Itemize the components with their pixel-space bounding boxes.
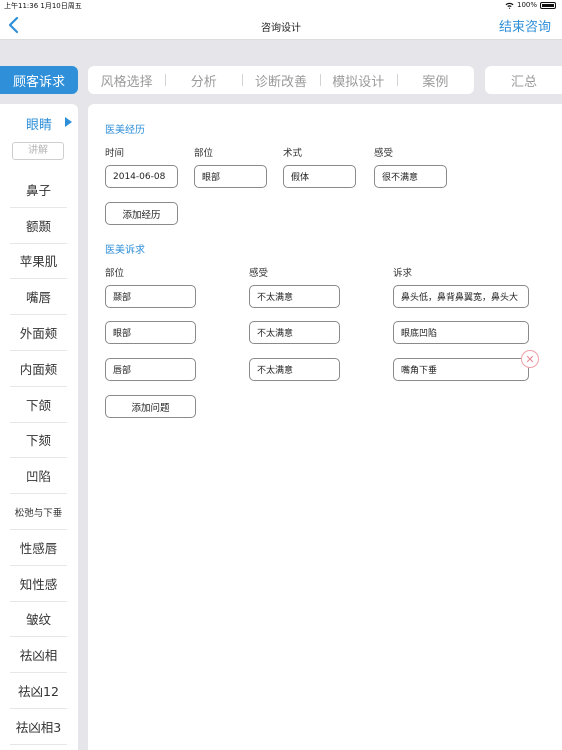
- battery-icon: [540, 1, 556, 9]
- sidebar-item-apple-cheeks[interactable]: 苹果肌: [10, 244, 67, 280]
- demand-text-field[interactable]: 眼底凹陷: [393, 321, 529, 344]
- sidebar-item-temples[interactable]: 额颞: [10, 208, 67, 244]
- demand-part-field[interactable]: 颞部: [105, 285, 196, 308]
- sidebar: 眼睛 讲解 鼻子 额颞 苹果肌 嘴唇 外面颊 内面颊 下颌 下颏 凹陷 松弛与下…: [0, 104, 78, 750]
- demand-feeling-field[interactable]: 不太满意: [249, 358, 340, 381]
- tab-diagnosis[interactable]: 诊断改善: [242, 71, 319, 90]
- demand-feeling-field[interactable]: 不太满意: [249, 321, 340, 344]
- sidebar-item-soften-look-12[interactable]: 祛凶12: [10, 673, 67, 709]
- demands-feeling-label: 感受: [249, 268, 269, 279]
- main-panel: [88, 104, 562, 750]
- sidebar-item-eyes[interactable]: 眼睛: [26, 114, 52, 133]
- explain-button[interactable]: 讲解: [12, 142, 64, 160]
- add-question-button[interactable]: 添加问题: [105, 395, 196, 418]
- demands-section-title: 医美诉求: [105, 245, 145, 256]
- tab-simulation[interactable]: 模拟设计: [319, 71, 397, 90]
- demand-text-field[interactable]: 嘴角下垂: [393, 358, 529, 381]
- tab-summary[interactable]: 汇总: [485, 66, 562, 94]
- sidebar-list: 鼻子 额颞 苹果肌 嘴唇 外面颊 内面颊 下颌 下颏 凹陷 松弛与下垂 性感唇 …: [10, 172, 67, 745]
- history-part-field[interactable]: 眼部: [194, 165, 267, 188]
- page-title: 咨询设计: [261, 23, 301, 34]
- selected-arrow-icon: [65, 117, 72, 127]
- tab-customer-demand[interactable]: 顾客诉求: [0, 66, 78, 94]
- history-part-label: 部位: [194, 148, 214, 159]
- status-time-date: 上午11:36 1月10日周五: [4, 2, 82, 10]
- history-feeling-label: 感受: [374, 148, 394, 159]
- history-feeling-field[interactable]: 很不满意: [374, 165, 447, 188]
- tab-cases[interactable]: 案例: [396, 71, 474, 90]
- add-history-button[interactable]: 添加经历: [105, 202, 178, 225]
- sidebar-item-outer-cheeks[interactable]: 外面颊: [10, 315, 67, 351]
- sidebar-item-nose[interactable]: 鼻子: [10, 172, 67, 208]
- history-method-label: 术式: [283, 148, 303, 159]
- history-time-label: 时间: [105, 148, 125, 159]
- sidebar-item-chin[interactable]: 下颏: [10, 423, 67, 459]
- tab-group: 风格选择 分析 诊断改善 模拟设计 案例: [88, 66, 474, 94]
- sidebar-item-wrinkles[interactable]: 皱纹: [10, 602, 67, 638]
- sidebar-item-intellectual[interactable]: 知性感: [10, 566, 67, 602]
- sidebar-item-soften-look[interactable]: 祛凶相: [10, 637, 67, 674]
- sidebar-item-jaw[interactable]: 下颌: [10, 387, 67, 423]
- sidebar-item-lips[interactable]: 嘴唇: [10, 279, 67, 316]
- demand-text-field[interactable]: 鼻头低，鼻背鼻翼宽，鼻头大: [393, 285, 529, 308]
- demand-part-field[interactable]: 眼部: [105, 321, 196, 344]
- demand-part-field[interactable]: 唇部: [105, 358, 196, 381]
- end-consultation-button[interactable]: 结束咨询: [499, 16, 551, 35]
- navigation-bar: 咨询设计 结束咨询: [0, 12, 562, 40]
- remove-row-icon[interactable]: ✕: [521, 350, 539, 368]
- tab-style-choice[interactable]: 风格选择: [88, 71, 165, 90]
- tab-analysis[interactable]: 分析: [165, 71, 242, 90]
- sidebar-item-hollows[interactable]: 凹陷: [10, 458, 67, 495]
- sidebar-item-inner-cheeks[interactable]: 内面颊: [10, 351, 67, 387]
- wifi-icon: [505, 2, 514, 9]
- history-time-field[interactable]: 2014-06-08: [105, 165, 178, 188]
- demand-feeling-field[interactable]: 不太满意: [249, 285, 340, 308]
- demands-demand-label: 诉求: [393, 268, 413, 279]
- sidebar-item-sagging[interactable]: 松弛与下垂: [10, 494, 67, 530]
- status-bar: 上午11:36 1月10日周五 100%: [0, 0, 562, 12]
- sidebar-item-sexy-lips[interactable]: 性感唇: [10, 530, 67, 566]
- history-section-title: 医美经历: [105, 125, 145, 136]
- sidebar-item-soften-look-3[interactable]: 祛凶相3: [10, 709, 67, 745]
- history-method-field[interactable]: 假体: [283, 165, 356, 188]
- demands-part-label: 部位: [105, 268, 125, 279]
- battery-percent: 100%: [516, 1, 537, 9]
